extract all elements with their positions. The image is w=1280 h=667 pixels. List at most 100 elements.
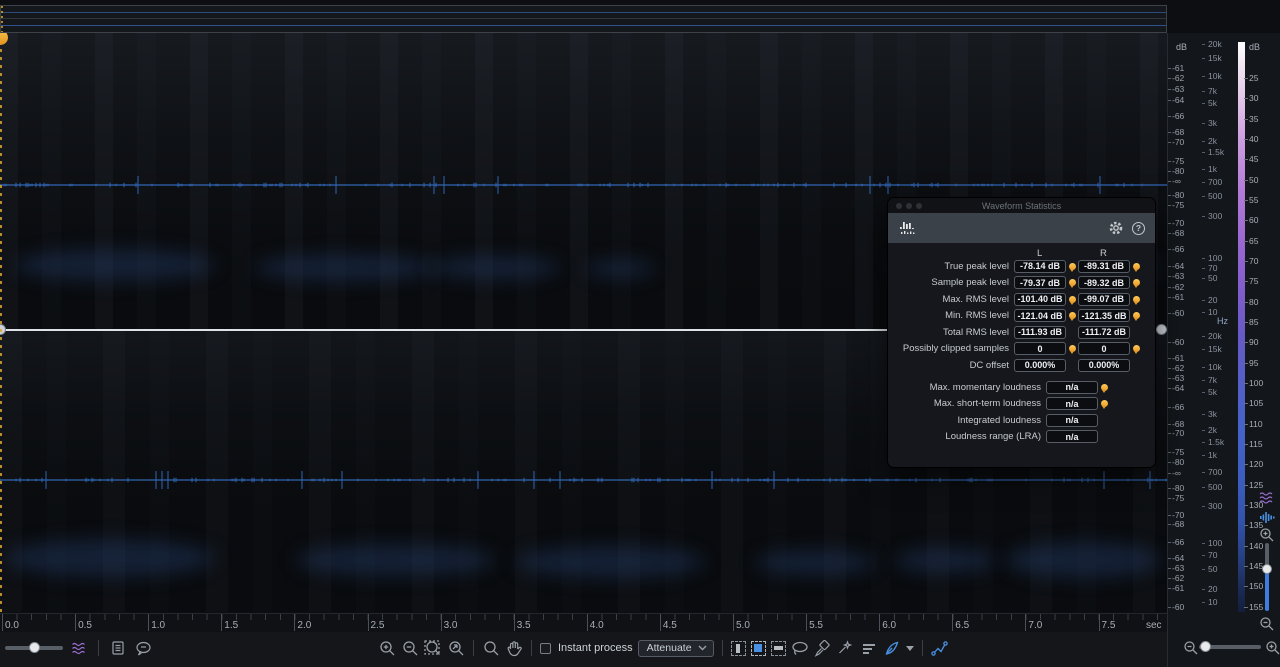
history-pin-icon[interactable] (1101, 400, 1108, 407)
horizontal-zoom-slider-thumb[interactable] (1200, 641, 1211, 652)
comment-bubble-icon[interactable] (134, 639, 152, 657)
time-ruler-label: 0.0 (5, 620, 19, 631)
chevron-down-icon (698, 645, 707, 651)
spectrogram-waveform-blend-slider[interactable] (5, 646, 63, 650)
channel-divider-handle-right[interactable] (1156, 324, 1167, 335)
spectrogram-colorbar[interactable] (1238, 42, 1245, 612)
stat-value-left[interactable]: -121.04 dB (1014, 309, 1066, 322)
freq-ruler-label: 300 (1208, 501, 1222, 511)
stat-value-right[interactable]: -111.72 dB (1078, 326, 1130, 339)
tool-options-dropdown-arrow[interactable] (906, 646, 914, 651)
stat-value-left[interactable]: -78.14 dB (1014, 260, 1066, 273)
waveform-stats-module-icon (898, 219, 922, 237)
loudness-value[interactable]: n/a (1046, 397, 1098, 410)
history-pin-icon[interactable] (1133, 312, 1140, 319)
stat-value-left[interactable]: -79.37 dB (1014, 276, 1066, 289)
history-pin-icon[interactable] (1133, 279, 1140, 286)
process-mode-dropdown[interactable]: Attenuate (638, 640, 714, 657)
vertical-zoom-slider-thumb[interactable] (1262, 564, 1272, 574)
history-pin-icon[interactable] (1069, 263, 1076, 270)
amp-ruler-label: -62 (1172, 573, 1184, 583)
freq-ruler-label: 3k (1208, 409, 1217, 419)
colorbar-unit: dB (1249, 42, 1260, 52)
amp-ruler-label: -68 (1172, 127, 1184, 137)
feather-pen-tool-icon[interactable] (883, 639, 901, 657)
colorbar-label: 85 (1249, 317, 1258, 327)
time-selection-tool[interactable] (731, 641, 746, 656)
colorbar-label: 95 (1249, 358, 1258, 368)
adjust-levels-icon[interactable] (860, 639, 878, 657)
vertical-zoom-out-icon[interactable] (1258, 616, 1276, 632)
stat-value-left[interactable]: 0.000% (1014, 359, 1066, 372)
history-pin-icon[interactable] (1133, 345, 1140, 352)
waveform-layer-icon[interactable] (1258, 509, 1276, 525)
freq-ruler-label: 100 (1208, 538, 1222, 548)
loudness-value[interactable]: n/a (1046, 414, 1098, 427)
instant-process-checkbox[interactable] (540, 643, 551, 654)
time-ruler[interactable]: sec 0.00.51.01.52.02.53.03.54.04.55.05.5… (0, 613, 1167, 632)
freq-ruler-label: 1.5k (1208, 437, 1224, 447)
freq-ruler-label: 700 (1208, 177, 1222, 187)
stat-value-right[interactable]: -89.31 dB (1078, 260, 1130, 273)
stat-value-right[interactable]: 0.000% (1078, 359, 1130, 372)
toolbar-separator (922, 640, 923, 656)
spectrogram-layer-icon[interactable] (1258, 490, 1276, 506)
overview-marker-line (1, 6, 3, 32)
frequency-selection-tool[interactable] (771, 641, 786, 656)
draw-curve-tool-icon[interactable] (931, 639, 949, 657)
stat-value-left[interactable]: 0 (1014, 342, 1066, 355)
lasso-tool-icon[interactable] (791, 639, 809, 657)
process-mode-value: Attenuate (647, 642, 692, 654)
stat-value-right[interactable]: -89.32 dB (1078, 276, 1130, 289)
history-pin-icon[interactable] (1069, 312, 1076, 319)
stat-value-right[interactable]: -121.35 dB (1078, 309, 1130, 322)
freq-ruler-label: 3k (1208, 118, 1217, 128)
history-pin-icon[interactable] (1069, 279, 1076, 286)
hand-pan-tool-icon[interactable] (505, 639, 523, 657)
colorbar-label: 155 (1249, 602, 1263, 612)
gear-icon[interactable] (1108, 220, 1124, 236)
help-icon[interactable]: ? (1132, 222, 1145, 235)
loudness-value[interactable]: n/a (1046, 430, 1098, 443)
history-pin-icon[interactable] (1133, 263, 1140, 270)
history-pin-icon[interactable] (1133, 296, 1140, 303)
loudness-row: Loudness range (LRA) n/a (888, 429, 1155, 446)
stat-value-left[interactable]: -101.40 dB (1014, 293, 1066, 306)
stat-value-left[interactable]: -111.93 dB (1014, 326, 1066, 339)
colorbar-label: 55 (1249, 195, 1258, 205)
magic-wand-tool-icon[interactable] (837, 639, 855, 657)
horizontal-zoom-out-icon[interactable] (1182, 640, 1200, 656)
window-zoom-button[interactable] (916, 203, 922, 209)
stat-label: True peak level (888, 261, 1009, 272)
zoom-out-icon[interactable] (401, 639, 419, 657)
loudness-value[interactable]: n/a (1046, 381, 1098, 394)
horizontal-zoom-in-icon[interactable] (1264, 640, 1280, 656)
zoom-to-selection-icon[interactable] (424, 639, 442, 657)
stat-value-right[interactable]: 0 (1078, 342, 1130, 355)
time-ruler-label: 1.0 (151, 620, 165, 631)
brush-tool-icon[interactable] (814, 639, 832, 657)
time-ruler-major-tick (514, 614, 515, 631)
dialog-titlebar[interactable]: Waveform Statistics (888, 198, 1155, 213)
overview-minimap[interactable] (0, 5, 1167, 33)
stat-label: Sample peak level (888, 277, 1009, 288)
frequency-ruler-unit: Hz (1217, 316, 1228, 326)
spectrogram-settings-icon[interactable] (70, 639, 88, 657)
history-pin-icon[interactable] (1101, 384, 1108, 391)
history-pin-icon[interactable] (1069, 296, 1076, 303)
freq-ruler-label: 7k (1208, 86, 1217, 96)
window-buttons[interactable] (896, 203, 922, 209)
window-minimize-button[interactable] (906, 203, 912, 209)
zoom-in-icon[interactable] (378, 639, 396, 657)
history-pin-icon[interactable] (1069, 345, 1076, 352)
overview-waveform-line-left (1, 12, 1166, 13)
blend-slider-thumb[interactable] (29, 642, 40, 653)
stat-value-right[interactable]: -99.07 dB (1078, 293, 1130, 306)
zoom-fit-icon[interactable] (447, 639, 465, 657)
time-frequency-selection-tool[interactable] (751, 641, 766, 656)
window-close-button[interactable] (896, 203, 902, 209)
clipboard-icon[interactable] (109, 639, 127, 657)
vertical-zoom-in-icon[interactable] (1258, 527, 1276, 543)
magnify-tool-icon[interactable] (482, 639, 500, 657)
vertical-zoom-slider[interactable] (1265, 543, 1269, 611)
